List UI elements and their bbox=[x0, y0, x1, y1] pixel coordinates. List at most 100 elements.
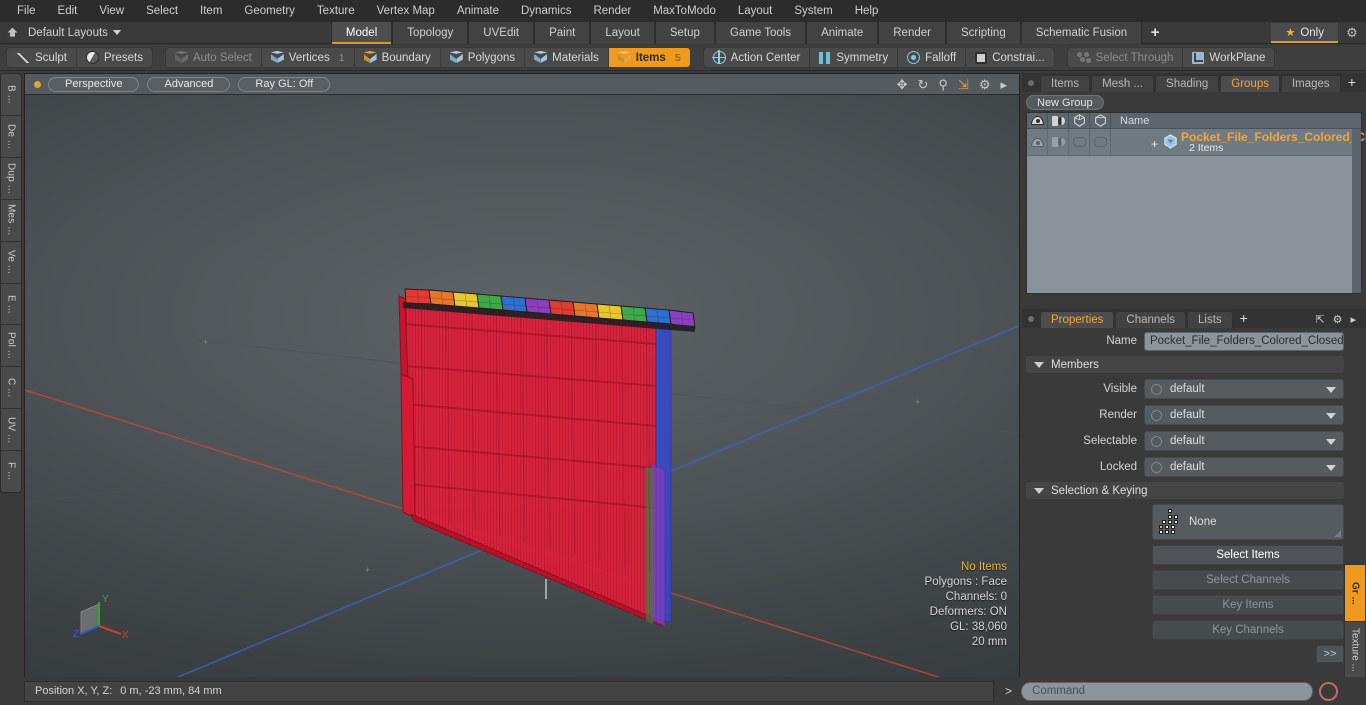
layout-tab-paint[interactable]: Paint bbox=[534, 21, 591, 44]
toolbar-button-sculpt[interactable]: Sculpt bbox=[7, 48, 77, 67]
radio-icon[interactable] bbox=[1151, 435, 1162, 447]
layout-tab-model[interactable]: Model bbox=[330, 21, 393, 44]
row-render-toggle[interactable] bbox=[1048, 128, 1069, 156]
forward-button[interactable]: >> bbox=[1316, 645, 1344, 663]
toolbar-button-items[interactable]: Items 5 bbox=[608, 48, 690, 67]
gear-icon[interactable]: ⚙ bbox=[979, 78, 991, 91]
right-tab-0[interactable]: Gr ... bbox=[1344, 564, 1366, 621]
menu-item-animate[interactable]: Animate bbox=[446, 0, 510, 22]
tab-properties[interactable]: Properties bbox=[1040, 311, 1115, 328]
menu-item-select[interactable]: Select bbox=[135, 0, 189, 22]
list-empty-area[interactable] bbox=[1027, 156, 1352, 293]
only-toggle[interactable]: ★ Only bbox=[1271, 22, 1338, 43]
toolbar-button-falloff[interactable]: Falloff bbox=[898, 48, 967, 67]
row-lock-toggle[interactable] bbox=[1090, 128, 1111, 156]
tab-images[interactable]: Images bbox=[1280, 75, 1341, 92]
radio-icon[interactable] bbox=[1151, 409, 1162, 421]
toolbar-button-polygons[interactable]: Polygons bbox=[441, 48, 526, 67]
resize-grip-icon[interactable] bbox=[1334, 530, 1341, 537]
gear-icon[interactable]: ⚙ bbox=[1329, 313, 1347, 328]
home-icon[interactable] bbox=[0, 23, 24, 43]
layout-tab-topology[interactable]: Topology bbox=[392, 21, 469, 44]
zoom-icon[interactable]: ⚲ bbox=[938, 78, 948, 91]
add-layout-button[interactable]: + bbox=[1142, 24, 1168, 41]
property-dropdown-render[interactable]: default bbox=[1144, 405, 1344, 425]
button-select-items[interactable]: Select Items bbox=[1152, 545, 1344, 565]
menu-item-render[interactable]: Render bbox=[582, 0, 642, 22]
property-dropdown-selectable[interactable]: default bbox=[1144, 431, 1344, 451]
toolbar-button-symmetry[interactable]: Symmetry bbox=[810, 48, 899, 67]
toolbar-button-workplane[interactable]: WorkPlane bbox=[1183, 48, 1274, 67]
fit-icon[interactable]: ⇲ bbox=[958, 78, 969, 91]
toolbar-button-action-center[interactable]: Action Center bbox=[704, 48, 811, 67]
move-icon[interactable]: ✥ bbox=[897, 78, 908, 91]
tab-lists[interactable]: Lists bbox=[1187, 311, 1233, 328]
left-tab-9[interactable]: F ... bbox=[1, 451, 21, 493]
right-tab-1[interactable]: Texture ... bbox=[1344, 621, 1366, 678]
left-tab-4[interactable]: Ve ... bbox=[1, 241, 21, 284]
layout-tab-game-tools[interactable]: Game Tools bbox=[714, 21, 807, 44]
viewport-shading-dropdown[interactable]: Advanced bbox=[147, 76, 231, 92]
menu-item-texture[interactable]: Texture bbox=[306, 0, 366, 22]
layout-tab-setup[interactable]: Setup bbox=[654, 21, 715, 44]
toolbar-button-select-through[interactable]: Select Through bbox=[1068, 48, 1184, 67]
expand-row-button[interactable]: + bbox=[1151, 137, 1158, 151]
property-dropdown-locked[interactable]: default bbox=[1144, 457, 1344, 477]
table-row[interactable]: + Pocket_File_Folders_Colored_Cl ... 2 I… bbox=[1027, 128, 1366, 156]
expand-icon[interactable]: ⇱ bbox=[1311, 313, 1328, 328]
radio-icon[interactable] bbox=[1151, 383, 1162, 395]
menu-item-maxtomodo[interactable]: MaxToModo bbox=[642, 0, 727, 22]
left-tab-7[interactable]: C ... bbox=[1, 367, 21, 410]
left-tab-3[interactable]: Mes ... bbox=[1, 199, 21, 242]
toolbar-button-auto-select[interactable]: Auto Select bbox=[166, 48, 262, 67]
tab-mesh-[interactable]: Mesh ... bbox=[1091, 75, 1155, 92]
selection-keying-section-header[interactable]: Selection & Keying bbox=[1026, 482, 1344, 499]
new-group-button[interactable]: New Group bbox=[1026, 95, 1104, 110]
members-section-header[interactable]: Members bbox=[1026, 356, 1344, 373]
left-tab-8[interactable]: UV ... bbox=[1, 409, 21, 452]
command-input[interactable]: Command bbox=[1021, 681, 1314, 701]
toolbar-button-materials[interactable]: Materials bbox=[525, 48, 609, 67]
viewport-canvas[interactable]: + + + Y X Z No Items Polygons: Face Cha… bbox=[25, 95, 1019, 678]
property-dropdown-visible[interactable]: default bbox=[1144, 379, 1344, 399]
name-field[interactable]: Pocket_File_Folders_Colored_Closed ( bbox=[1144, 331, 1344, 351]
viewport-raygl-dropdown[interactable]: Ray GL: Off bbox=[238, 76, 331, 92]
left-tab-5[interactable]: E ... bbox=[1, 283, 21, 326]
menu-item-view[interactable]: View bbox=[88, 0, 135, 22]
tab-channels[interactable]: Channels bbox=[1115, 311, 1187, 328]
radio-icon[interactable] bbox=[1151, 461, 1162, 473]
layout-tab-uvedit[interactable]: UVEdit bbox=[468, 21, 535, 44]
chevron-right-icon[interactable]: ▸ bbox=[1346, 313, 1360, 328]
layout-tab-layout[interactable]: Layout bbox=[590, 21, 655, 44]
tab-items[interactable]: Items bbox=[1040, 75, 1091, 92]
menu-item-geometry[interactable]: Geometry bbox=[233, 0, 306, 22]
row-select-toggle[interactable] bbox=[1069, 128, 1090, 156]
tab-groups[interactable]: Groups bbox=[1220, 75, 1280, 92]
toolbar-button-vertices[interactable]: Vertices 1 bbox=[262, 48, 355, 67]
list-scrollbar[interactable] bbox=[1352, 129, 1361, 293]
gear-icon[interactable]: ⚙ bbox=[1338, 25, 1366, 41]
left-tab-6[interactable]: Pol ... bbox=[1, 325, 21, 368]
menu-item-help[interactable]: Help bbox=[844, 0, 890, 22]
toolbar-button-constrai-[interactable]: Constrai... bbox=[966, 48, 1053, 67]
record-icon[interactable] bbox=[1319, 681, 1339, 701]
layout-tab-render[interactable]: Render bbox=[878, 21, 946, 44]
menu-item-vertex-map[interactable]: Vertex Map bbox=[366, 0, 446, 22]
group-item-list[interactable]: Name + Pocket_File_Folders_Colored_Cl ..… bbox=[1026, 112, 1366, 294]
menu-item-dynamics[interactable]: Dynamics bbox=[510, 0, 582, 22]
menu-item-item[interactable]: Item bbox=[189, 0, 233, 22]
menu-item-file[interactable]: File bbox=[6, 0, 47, 22]
layout-tab-schematic-fusion[interactable]: Schematic Fusion bbox=[1020, 21, 1143, 44]
add-tab-button[interactable]: + bbox=[1342, 74, 1362, 92]
chevron-right-icon[interactable]: ▸ bbox=[1000, 78, 1007, 91]
left-tab-1[interactable]: De ... bbox=[1, 115, 21, 158]
left-tab-2[interactable]: Dup ... bbox=[1, 157, 21, 200]
default-layouts-dropdown[interactable]: Default Layouts bbox=[24, 27, 131, 39]
expand-icon[interactable]: ⇱ bbox=[1362, 77, 1366, 92]
tab-shading[interactable]: Shading bbox=[1155, 75, 1220, 92]
toolbar-button-presets[interactable]: Presets bbox=[77, 48, 152, 67]
rotate-icon[interactable]: ↻ bbox=[917, 78, 928, 91]
menu-item-layout[interactable]: Layout bbox=[727, 0, 784, 22]
layout-tab-animate[interactable]: Animate bbox=[806, 21, 879, 44]
viewport-projection-dropdown[interactable]: Perspective bbox=[48, 76, 140, 92]
